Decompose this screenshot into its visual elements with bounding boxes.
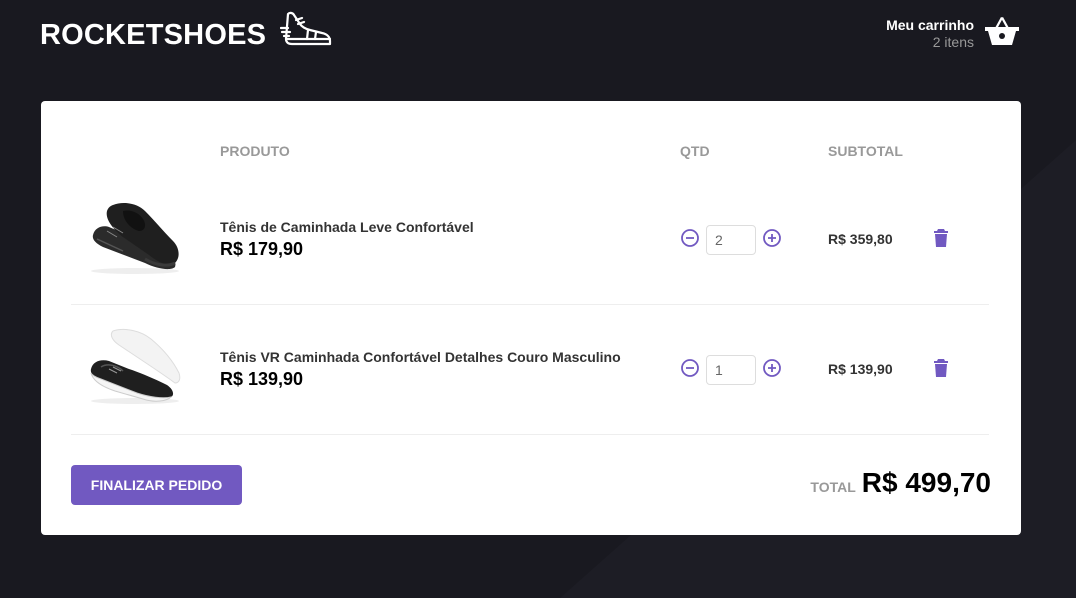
sneaker-icon bbox=[280, 10, 332, 55]
minus-circle-icon bbox=[680, 358, 700, 381]
subtotal-cell: R$ 359,80 bbox=[816, 175, 928, 305]
header-quantity: QTD bbox=[680, 143, 710, 159]
product-info-cell: Tênis de Caminhada Leve Confortável R$ 1… bbox=[206, 175, 666, 305]
product-image-cell bbox=[71, 175, 206, 305]
subtotal-value: R$ 139,90 bbox=[828, 360, 893, 377]
minus-circle-icon bbox=[680, 228, 700, 251]
table-row: Tênis de Caminhada Leve Confortável R$ 1… bbox=[71, 175, 989, 305]
checkout-button[interactable]: Finalizar pedido bbox=[71, 465, 242, 505]
header-subtotal: SUBTOTAL bbox=[828, 143, 903, 159]
cart-title: Meu carrinho bbox=[886, 17, 974, 33]
product-image-cell bbox=[71, 305, 206, 435]
total-label: TOTAL bbox=[810, 479, 856, 495]
increment-button[interactable] bbox=[762, 228, 782, 251]
quantity-input[interactable] bbox=[706, 224, 756, 255]
cart-summary: Meu carrinho 2 itens bbox=[886, 17, 974, 50]
plus-circle-icon bbox=[762, 358, 782, 381]
cart-total: TOTAL R$ 499,70 bbox=[810, 467, 991, 499]
trash-icon bbox=[934, 229, 948, 250]
quantity-cell bbox=[666, 305, 816, 435]
product-title: Tênis VR Caminhada Confortável Detalhes … bbox=[220, 349, 621, 365]
actions-cell bbox=[928, 175, 989, 305]
product-price: R$ 179,90 bbox=[220, 239, 304, 259]
plus-circle-icon bbox=[762, 228, 782, 251]
shopping-basket-icon bbox=[984, 14, 1020, 53]
decrement-button[interactable] bbox=[680, 358, 700, 381]
cart-footer: Finalizar pedido TOTAL R$ 499,70 bbox=[71, 465, 991, 505]
trash-icon bbox=[934, 359, 948, 380]
total-value: R$ 499,70 bbox=[861, 467, 991, 498]
logo-text: ROCKETSHOES bbox=[40, 18, 267, 51]
product-info-cell: Tênis VR Caminhada Confortável Detalhes … bbox=[206, 305, 666, 435]
increment-button[interactable] bbox=[762, 358, 782, 381]
remove-item-button[interactable] bbox=[934, 229, 948, 250]
quantity-cell bbox=[666, 175, 816, 305]
cart-count: 2 itens bbox=[932, 34, 974, 50]
subtotal-value: R$ 359,80 bbox=[828, 230, 893, 247]
product-image bbox=[83, 203, 183, 281]
cart-table: PRODUTO QTD SUBTOTAL Tênis de Caminhada … bbox=[71, 131, 989, 435]
remove-item-button[interactable] bbox=[934, 359, 948, 380]
product-title: Tênis de Caminhada Leve Confortável bbox=[220, 219, 474, 235]
table-header-row: PRODUTO QTD SUBTOTAL bbox=[71, 131, 989, 175]
header-image bbox=[71, 131, 206, 175]
header-actions bbox=[928, 131, 989, 175]
header-product: PRODUTO bbox=[220, 143, 290, 159]
decrement-button[interactable] bbox=[680, 228, 700, 251]
logo[interactable]: ROCKETSHOES bbox=[40, 10, 332, 60]
actions-cell bbox=[928, 305, 989, 435]
cart-container: PRODUTO QTD SUBTOTAL Tênis de Caminhada … bbox=[41, 101, 1021, 535]
table-row: Tênis VR Caminhada Confortável Detalhes … bbox=[71, 305, 989, 435]
product-image bbox=[83, 328, 183, 411]
quantity-stepper bbox=[680, 354, 816, 385]
cart-link[interactable]: Meu carrinho 2 itens bbox=[886, 14, 1020, 53]
subtotal-cell: R$ 139,90 bbox=[816, 305, 928, 435]
product-price: R$ 139,90 bbox=[220, 369, 304, 389]
app-header: ROCKETSHOES Meu carrinho 2 itens bbox=[40, 10, 1020, 60]
quantity-stepper bbox=[680, 224, 816, 255]
quantity-input[interactable] bbox=[706, 354, 756, 385]
